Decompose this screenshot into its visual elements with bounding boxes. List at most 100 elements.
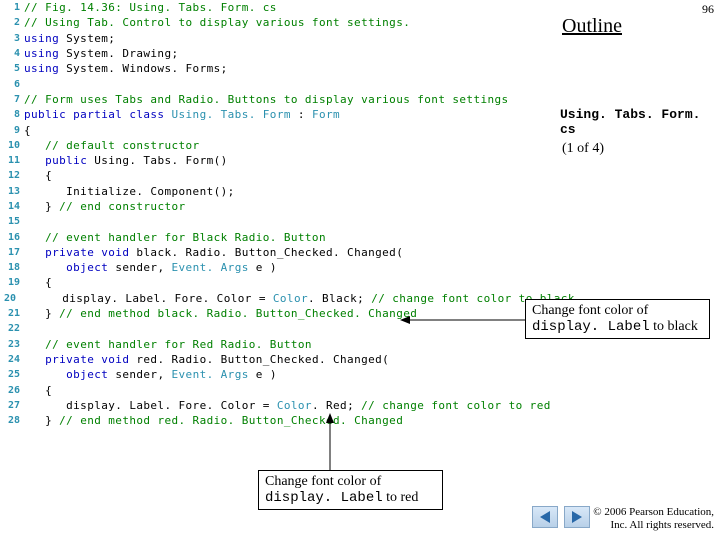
code-line: 13 Initialize. Component(); xyxy=(4,184,559,199)
line-number: 7 xyxy=(4,94,24,105)
code-line: 15 xyxy=(4,214,559,229)
code-content: // event handler for Red Radio. Button xyxy=(24,338,312,351)
line-number: 24 xyxy=(4,354,24,365)
line-number: 9 xyxy=(4,125,24,136)
callout-red: Change font color of display. Label to r… xyxy=(258,470,443,510)
slide-nav xyxy=(532,506,590,528)
copyright-line2: Inc. All rights reserved. xyxy=(610,519,714,531)
page-number: 96 xyxy=(702,2,714,17)
code-line: 9{ xyxy=(4,122,559,137)
code-content: Initialize. Component(); xyxy=(24,185,235,198)
triangle-left-icon xyxy=(540,511,550,523)
code-line: 26 { xyxy=(4,382,559,397)
code-line: 19 { xyxy=(4,275,559,290)
line-number: 19 xyxy=(4,277,24,288)
code-line: 28 } // end method red. Radio. Button_Ch… xyxy=(4,413,559,428)
callout-arrow-red xyxy=(310,413,350,473)
code-content: display. Label. Fore. Color = Color. Red… xyxy=(24,399,551,412)
code-content: public partial class Using. Tabs. Form :… xyxy=(24,108,340,121)
code-content: } // end constructor xyxy=(24,200,186,213)
code-content: using System. Drawing; xyxy=(24,47,179,60)
copyright-notice: © 2006 Pearson Education, Inc. All right… xyxy=(593,506,714,532)
code-line: 5using System. Windows. Forms; xyxy=(4,61,559,76)
code-line: 27 display. Label. Fore. Color = Color. … xyxy=(4,398,559,413)
callout-arrow-black xyxy=(400,310,530,330)
code-content: { xyxy=(24,276,52,289)
code-content: { xyxy=(24,169,52,182)
code-content: public Using. Tabs. Form() xyxy=(24,154,228,167)
line-number: 3 xyxy=(4,33,24,44)
code-content: // default constructor xyxy=(24,139,200,152)
code-listing: 1// Fig. 14.36: Using. Tabs. Form. cs2//… xyxy=(4,0,559,428)
code-line: 8public partial class Using. Tabs. Form … xyxy=(4,107,559,122)
page-indicator: (1 of 4) xyxy=(562,141,604,157)
line-number: 10 xyxy=(4,140,24,151)
next-slide-button[interactable] xyxy=(564,506,590,528)
line-number: 15 xyxy=(4,216,24,227)
code-line: 3using System; xyxy=(4,31,559,46)
line-number: 22 xyxy=(4,323,24,334)
copyright-line1: © 2006 Pearson Education, xyxy=(593,506,714,518)
code-line: 14 } // end constructor xyxy=(4,199,559,214)
line-number: 8 xyxy=(4,109,24,120)
line-number: 25 xyxy=(4,369,24,380)
code-line: 16 // event handler for Black Radio. But… xyxy=(4,229,559,244)
line-number: 18 xyxy=(4,262,24,273)
callout-black-mono: display. Label xyxy=(532,319,650,335)
code-content: // Form uses Tabs and Radio. Buttons to … xyxy=(24,93,509,106)
code-line: 11 public Using. Tabs. Form() xyxy=(4,153,559,168)
callout-red-mono: display. Label xyxy=(265,490,383,506)
line-number: 27 xyxy=(4,400,24,411)
line-number: 1 xyxy=(4,2,24,13)
line-number: 21 xyxy=(4,308,24,319)
code-content: private void red. Radio. Button_Checked.… xyxy=(24,353,389,366)
line-number: 26 xyxy=(4,385,24,396)
line-number: 12 xyxy=(4,170,24,181)
outline-heading: Outline xyxy=(562,15,622,38)
code-line: 12 { xyxy=(4,168,559,183)
code-content: object sender, Event. Args e ) xyxy=(24,368,277,381)
code-content: // Fig. 14.36: Using. Tabs. Form. cs xyxy=(24,1,277,14)
code-line: 6 xyxy=(4,76,559,91)
code-content: } // end method black. Radio. Button_Che… xyxy=(24,307,417,320)
code-content: private void black. Radio. Button_Checke… xyxy=(24,246,403,259)
line-number: 6 xyxy=(4,79,24,90)
code-line: 24 private void red. Radio. Button_Check… xyxy=(4,352,559,367)
code-content: // Using Tab. Control to display various… xyxy=(24,16,410,29)
prev-slide-button[interactable] xyxy=(532,506,558,528)
callout-red-suffix: to red xyxy=(383,490,419,505)
callout-black-suffix: to black xyxy=(650,319,698,334)
code-line: 4using System. Drawing; xyxy=(4,46,559,61)
code-content: using System. Windows. Forms; xyxy=(24,62,228,75)
code-content: // event handler for Black Radio. Button xyxy=(24,231,326,244)
line-number: 11 xyxy=(4,155,24,166)
code-line: 7// Form uses Tabs and Radio. Buttons to… xyxy=(4,92,559,107)
line-number: 17 xyxy=(4,247,24,258)
code-line: 10 // default constructor xyxy=(4,138,559,153)
line-number: 16 xyxy=(4,232,24,243)
line-number: 14 xyxy=(4,201,24,212)
code-content: display. Label. Fore. Color = Color. Bla… xyxy=(20,292,575,305)
line-number: 13 xyxy=(4,186,24,197)
line-number: 2 xyxy=(4,17,24,28)
line-number: 28 xyxy=(4,415,24,426)
code-line: 2// Using Tab. Control to display variou… xyxy=(4,15,559,30)
code-content: object sender, Event. Args e ) xyxy=(24,261,277,274)
line-number: 5 xyxy=(4,63,24,74)
callout-red-line1: Change font color of xyxy=(265,474,381,489)
triangle-right-icon xyxy=(572,511,582,523)
code-line: 20 display. Label. Fore. Color = Color. … xyxy=(4,291,559,306)
code-line: 23 // event handler for Red Radio. Butto… xyxy=(4,337,559,352)
source-filename: Using. Tabs. Form. cs xyxy=(560,107,720,137)
code-content: { xyxy=(24,124,31,137)
code-content: using System; xyxy=(24,32,115,45)
line-number: 23 xyxy=(4,339,24,350)
code-line: 18 object sender, Event. Args e ) xyxy=(4,260,559,275)
callout-black-line1: Change font color of xyxy=(532,303,648,318)
line-number: 4 xyxy=(4,48,24,59)
line-number: 20 xyxy=(4,293,20,304)
code-line: 1// Fig. 14.36: Using. Tabs. Form. cs xyxy=(4,0,559,15)
code-line: 17 private void black. Radio. Button_Che… xyxy=(4,245,559,260)
code-line: 25 object sender, Event. Args e ) xyxy=(4,367,559,382)
code-content: { xyxy=(24,384,52,397)
